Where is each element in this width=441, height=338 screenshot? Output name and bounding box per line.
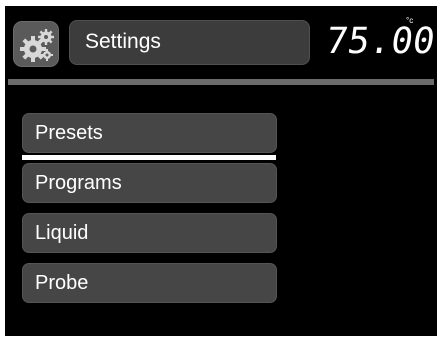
page-title: Settings (85, 30, 161, 53)
menu-item-label: Probe (35, 272, 89, 294)
menu-item-label: Liquid (35, 222, 89, 244)
menu-item-programs[interactable]: Programs (22, 163, 277, 203)
menu-item-label: Programs (35, 172, 122, 194)
title-box: Settings (69, 20, 310, 65)
temperature-unit: °c (406, 16, 414, 25)
selection-indicator (22, 155, 276, 160)
device-screen: Settings 75.00 °c Presets Programs Liqui… (5, 6, 437, 336)
menu-item-label: Presets (35, 122, 103, 144)
gears-icon[interactable] (13, 21, 59, 67)
menu-item-presets[interactable]: Presets (22, 113, 277, 153)
menu-item-probe[interactable]: Probe (22, 263, 277, 303)
temperature-readout: 75.00 (323, 21, 438, 62)
header-divider (8, 79, 434, 85)
page: Settings 75.00 °c Presets Programs Liqui… (0, 0, 441, 338)
menu-item-liquid[interactable]: Liquid (22, 213, 277, 253)
